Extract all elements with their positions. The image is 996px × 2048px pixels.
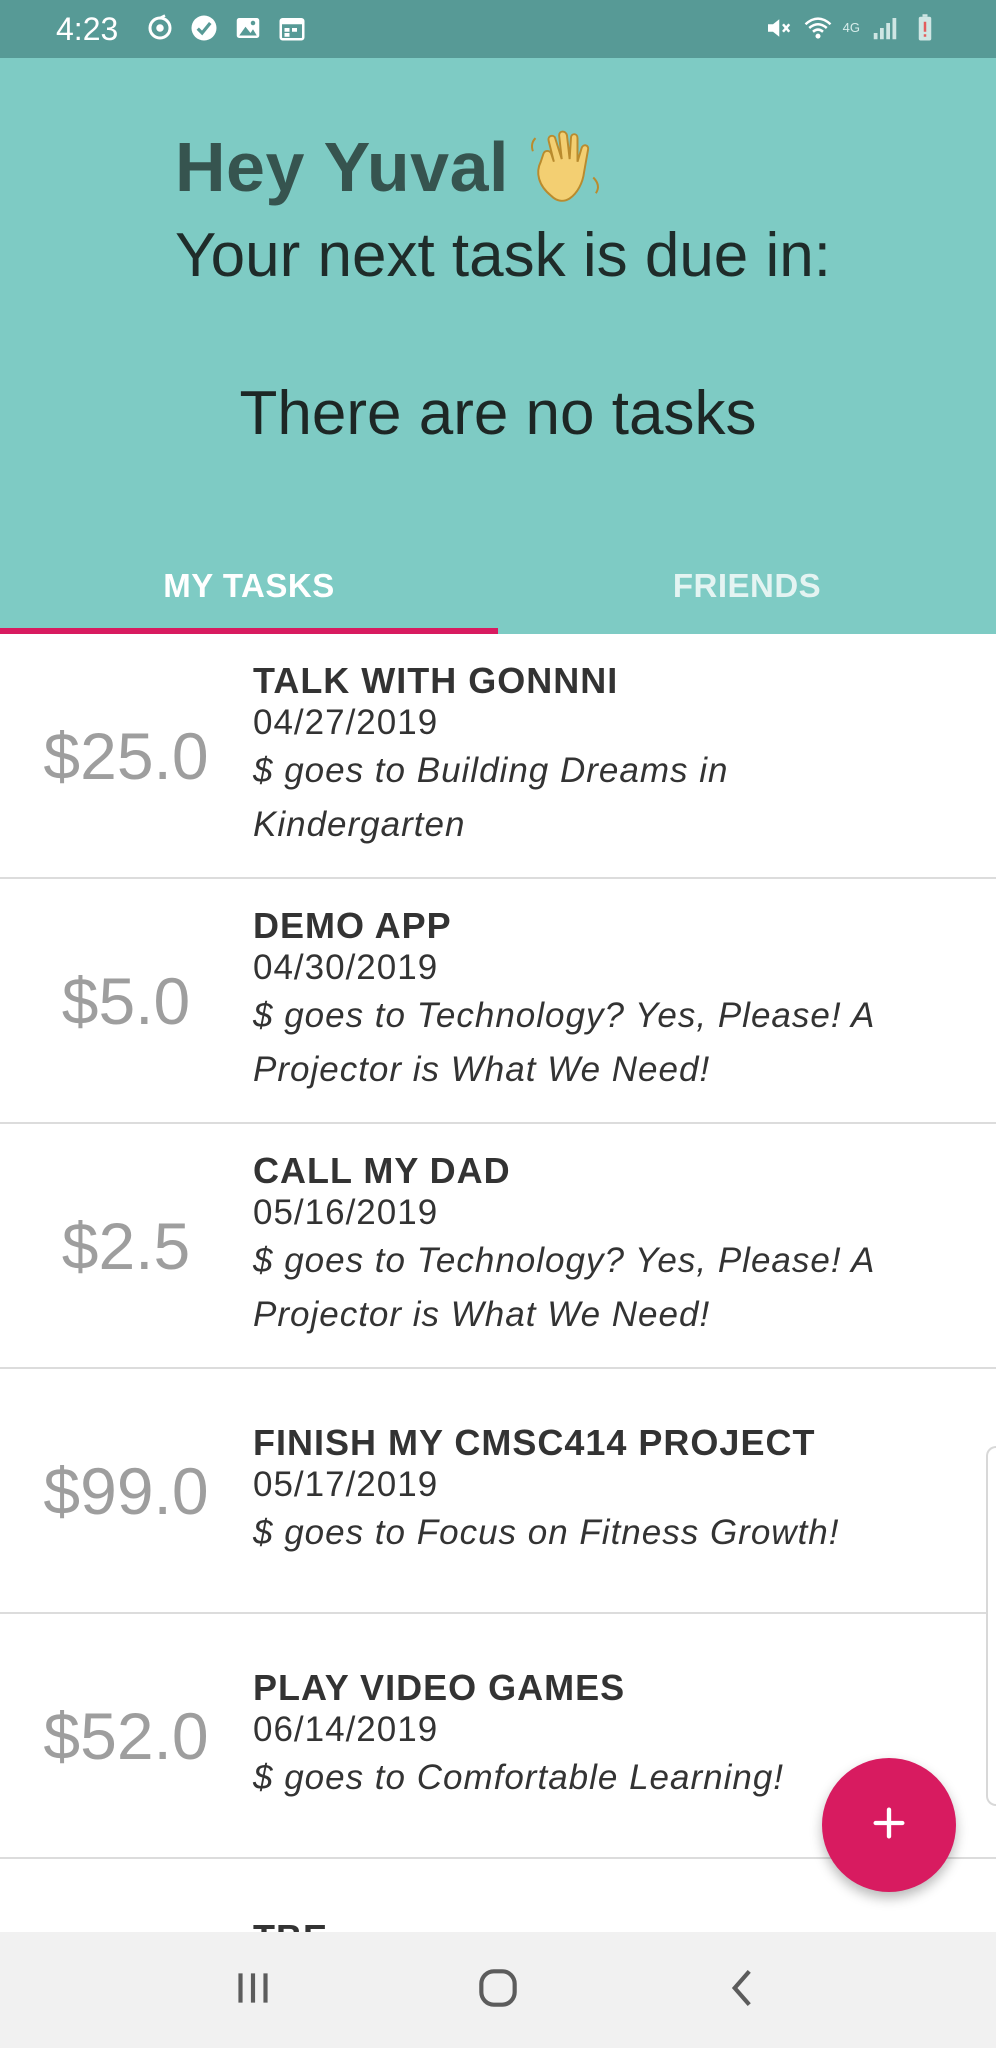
task-body: PLAY VIDEO GAMES 06/14/2019 $ goes to Co… bbox=[253, 1614, 913, 1857]
recent-apps-button[interactable] bbox=[213, 1950, 293, 2030]
task-row[interactable]: $25.0 TALK WITH GONNNI 04/27/2019 $ goes… bbox=[0, 634, 996, 879]
task-date: 04/27/2019 bbox=[253, 702, 439, 742]
task-title: DEMO APP bbox=[253, 904, 452, 946]
task-body: FINISH MY CMSC414 PROJECT 05/17/2019 $ g… bbox=[253, 1369, 913, 1612]
task-charity: $ goes to Focus on Fitness Growth! bbox=[253, 1512, 840, 1552]
signal-icon bbox=[870, 13, 900, 43]
check-icon bbox=[189, 13, 219, 43]
task-list[interactable]: $25.0 TALK WITH GONNNI 04/27/2019 $ goes… bbox=[0, 634, 996, 1932]
status-time: 4:23 bbox=[56, 11, 119, 47]
home-button[interactable] bbox=[458, 1950, 538, 2030]
task-body: DEMO APP 04/30/2019 $ goes to Technology… bbox=[253, 879, 913, 1122]
status-left-icons bbox=[145, 13, 307, 43]
task-date: 05/17/2019 bbox=[253, 1464, 439, 1504]
app-screen: 4:23 4G Hey Yuval Your next task is due … bbox=[0, 0, 996, 2048]
image-icon bbox=[233, 13, 263, 43]
task-amount: $2.5 bbox=[61, 1208, 191, 1283]
home-icon bbox=[473, 1963, 523, 2018]
task-title: CALL MY DAD bbox=[253, 1149, 511, 1191]
task-title: TBE bbox=[253, 1917, 328, 1932]
plus-icon bbox=[869, 1803, 909, 1848]
task-row[interactable]: $99.0 FINISH MY CMSC414 PROJECT 05/17/20… bbox=[0, 1369, 996, 1614]
task-title: FINISH MY CMSC414 PROJECT bbox=[253, 1421, 816, 1463]
task-charity: $ goes to Technology? Yes, Please! A Pro… bbox=[253, 1240, 875, 1334]
mute-icon bbox=[763, 13, 793, 43]
task-title: PLAY VIDEO GAMES bbox=[253, 1666, 626, 1708]
recent-apps-icon bbox=[228, 1963, 278, 2018]
back-icon bbox=[718, 1963, 768, 2018]
waving-hand-icon bbox=[525, 125, 609, 209]
battery-icon bbox=[910, 13, 940, 43]
add-task-button[interactable] bbox=[822, 1758, 956, 1892]
sync-icon bbox=[145, 13, 175, 43]
subtitle: Your next task is due in: bbox=[175, 221, 831, 290]
scroll-edge bbox=[986, 1446, 996, 1806]
task-charity: $ goes to Technology? Yes, Please! A Pro… bbox=[253, 995, 875, 1089]
task-amount: $25.0 bbox=[43, 718, 209, 793]
task-date: 06/14/2019 bbox=[253, 1709, 439, 1749]
task-amount: $5.0 bbox=[61, 963, 191, 1038]
wifi-icon bbox=[803, 13, 833, 43]
header: Hey Yuval Your next task is due in: Ther… bbox=[0, 58, 996, 634]
task-row[interactable]: $2.5 CALL MY DAD 05/16/2019 $ goes to Te… bbox=[0, 1124, 996, 1369]
no-tasks-text: There are no tasks bbox=[239, 379, 757, 448]
greeting-row: Hey Yuval bbox=[175, 122, 609, 212]
task-date: 04/30/2019 bbox=[253, 947, 439, 987]
status-right-icons: 4G bbox=[763, 13, 940, 43]
navigation-bar bbox=[0, 1932, 996, 2048]
task-charity: $ goes to Building Dreams in Kindergarte… bbox=[253, 750, 729, 844]
status-bar: 4:23 4G bbox=[0, 0, 996, 58]
task-amount: $52.0 bbox=[43, 1698, 209, 1773]
calendar-icon bbox=[277, 13, 307, 43]
task-charity: $ goes to Comfortable Learning! bbox=[253, 1757, 785, 1797]
task-amount: $99.0 bbox=[43, 1453, 209, 1528]
network-label: 4G bbox=[842, 20, 860, 35]
task-title: TALK WITH GONNNI bbox=[253, 659, 619, 701]
task-row[interactable]: $5.0 DEMO APP 04/30/2019 $ goes to Techn… bbox=[0, 879, 996, 1124]
tab-friends[interactable]: FRIENDS bbox=[498, 538, 996, 634]
task-body: CALL MY DAD 05/16/2019 $ goes to Technol… bbox=[253, 1124, 913, 1367]
back-button[interactable] bbox=[703, 1950, 783, 2030]
task-body: TALK WITH GONNNI 04/27/2019 $ goes to Bu… bbox=[253, 634, 913, 877]
tab-bar: MY TASKS FRIENDS bbox=[0, 538, 996, 634]
tab-my-tasks[interactable]: MY TASKS bbox=[0, 538, 498, 634]
greeting: Hey Yuval bbox=[175, 128, 509, 206]
task-date: 05/16/2019 bbox=[253, 1192, 439, 1232]
